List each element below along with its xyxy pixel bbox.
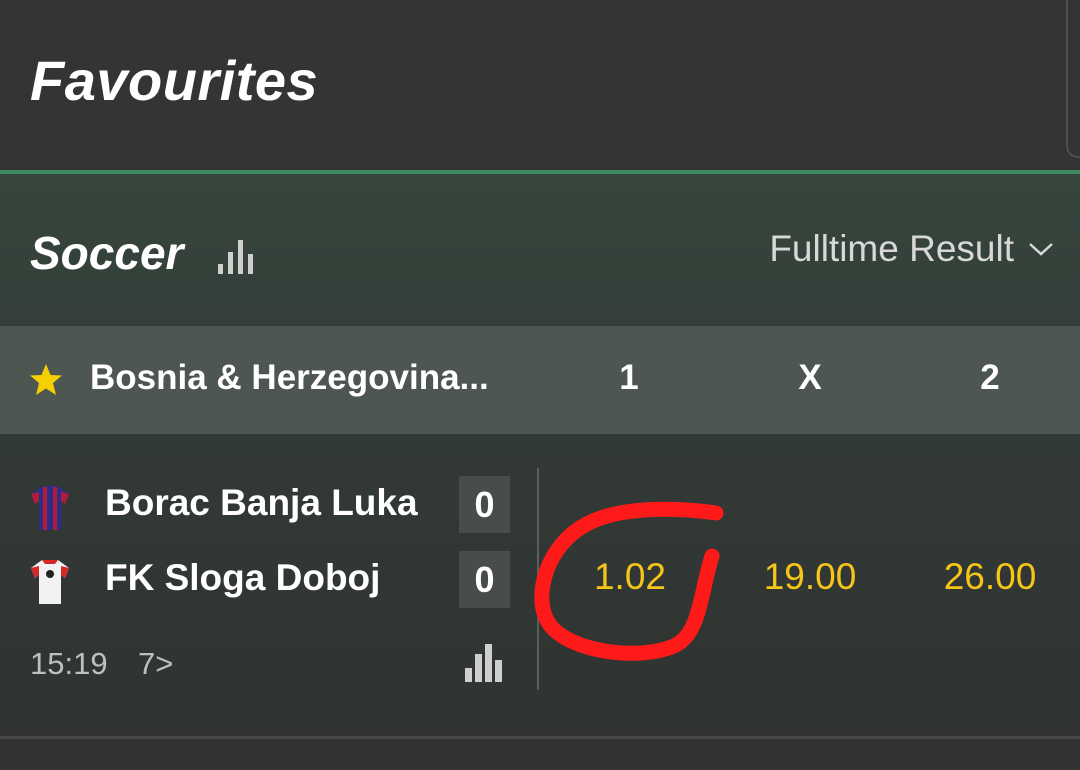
odds-draw-button[interactable]: 19.00: [720, 556, 900, 598]
column-header-home: 1: [619, 358, 639, 397]
odds-home-button[interactable]: 1.02: [540, 556, 720, 598]
home-score: 0: [459, 476, 510, 533]
sport-title: Soccer: [30, 227, 184, 279]
scroll-edge: [1066, 0, 1080, 158]
jersey-icon: [31, 560, 69, 604]
league-header-row[interactable]: Bosnia & Herzegovina... 1 X 2: [0, 326, 1080, 434]
star-icon[interactable]: [28, 362, 64, 398]
column-header-draw: X: [798, 358, 822, 397]
stats-icon[interactable]: [216, 238, 256, 276]
page-header: Favourites: [0, 0, 1080, 170]
column-divider: [537, 468, 539, 690]
away-score: 0: [459, 551, 510, 608]
match-time: 15:19: [30, 646, 108, 681]
league-name: Bosnia & Herzegovina...: [90, 358, 489, 397]
jersey-icon: [31, 486, 69, 530]
market-label: Fulltime Result: [769, 228, 1014, 269]
chevron-down-icon: [1029, 243, 1053, 256]
more-markets-link[interactable]: 7>: [138, 646, 173, 682]
odds-away-button[interactable]: 26.00: [900, 556, 1080, 598]
home-team-name: Borac Banja Luka: [105, 482, 418, 523]
page-title: Favourites: [30, 49, 319, 112]
column-header-away: 2: [980, 358, 1000, 397]
away-team-name: FK Sloga Doboj: [105, 557, 381, 598]
footer-divider: [0, 736, 1080, 770]
market-selector[interactable]: Fulltime Result: [769, 228, 1054, 270]
stats-icon[interactable]: [463, 644, 503, 682]
favourites-panel: Soccer Fulltime Result Bosnia & Herzegov…: [0, 170, 1080, 736]
match-row[interactable]: Borac Banja Luka 0 FK Sloga Doboj 0 15:1…: [0, 434, 1080, 740]
section-header: Soccer Fulltime Result: [0, 174, 1080, 326]
